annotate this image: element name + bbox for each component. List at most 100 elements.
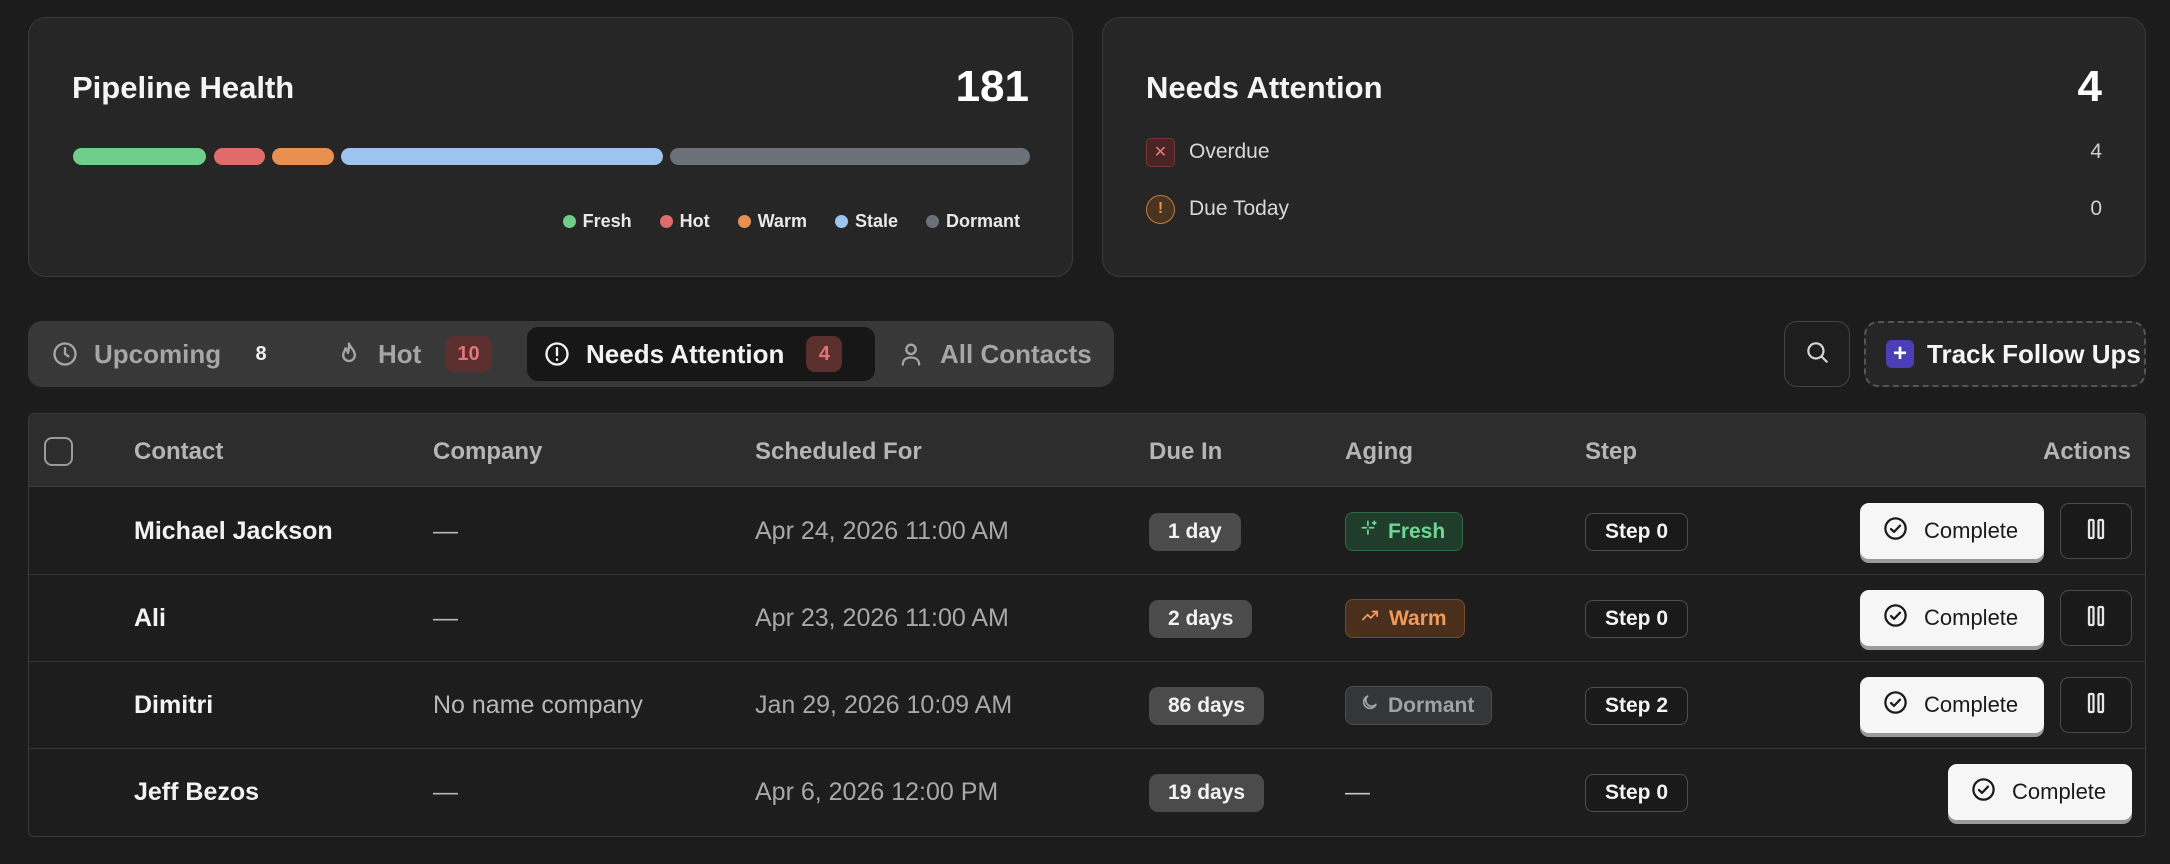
needs-attention-card: Needs Attention 4 ✕ Overdue 4 ! Due Toda… (1102, 17, 2146, 277)
header-contact[interactable]: Contact (134, 438, 223, 466)
aging-badge: Dormant (1345, 686, 1493, 725)
needs-attention-title: Needs Attention (1146, 70, 1383, 105)
header-company[interactable]: Company (433, 438, 542, 466)
complete-button[interactable]: Complete (1860, 677, 2044, 733)
table-row[interactable]: Dimitri No name company Jan 29, 2026 10:… (29, 662, 2145, 749)
tab-needs-attention[interactable]: Needs Attention 4 (527, 327, 875, 381)
cell-step: Step 0 (1585, 488, 1689, 575)
tab-hot[interactable]: Hot 10 (334, 327, 492, 381)
cell-contact[interactable]: Ali (134, 575, 166, 662)
cell-aging: Warm (1345, 575, 1465, 662)
pipeline-bar-dormant (670, 148, 1030, 165)
table-row[interactable]: Ali — Apr 23, 2026 11:00 AM 2 days Warm … (29, 575, 2145, 662)
tab-all-contacts-label: All Contacts (940, 338, 1092, 369)
cell-contact[interactable]: Michael Jackson (134, 488, 333, 575)
cell-contact[interactable]: Dimitri (134, 662, 213, 749)
cell-company: — (433, 778, 458, 806)
moon-icon (1360, 693, 1379, 718)
complete-button[interactable]: Complete (1860, 503, 2044, 559)
attention-count-overdue: 4 (2090, 140, 2102, 163)
attention-row-overdue[interactable]: ✕ Overdue 4 (1146, 136, 2102, 168)
step-badge: Step 0 (1585, 599, 1689, 638)
legend-label-warm: Warm (757, 211, 807, 231)
complete-label: Complete (1924, 518, 2019, 543)
table-row[interactable]: Michael Jackson — Apr 24, 2026 11:00 AM … (29, 488, 2145, 575)
cell-contact[interactable]: Jeff Bezos (134, 749, 259, 836)
clock-icon (50, 339, 80, 369)
cell-company: No name company (433, 691, 643, 719)
step-badge: Step 0 (1585, 773, 1689, 812)
tab-upcoming[interactable]: Upcoming 8 (50, 327, 279, 381)
aging-badge: Warm (1345, 599, 1465, 638)
step-badge: Step 2 (1585, 686, 1689, 725)
pause-button[interactable] (2060, 503, 2132, 559)
tab-needs-attention-count: 4 (806, 336, 843, 372)
search-button[interactable] (1784, 321, 1850, 387)
cell-company: — (433, 604, 458, 632)
attention-label-overdue: Overdue (1189, 140, 1270, 163)
check-circle-icon (1882, 602, 1924, 635)
sparkle-icon (1360, 519, 1379, 544)
tab-needs-attention-label: Needs Attention (586, 338, 785, 369)
header-step[interactable]: Step (1585, 438, 1637, 466)
cell-scheduled-for: Apr 6, 2026 12:00 PM (755, 778, 999, 806)
legend-dot-dormant (925, 215, 939, 228)
tab-all-contacts[interactable]: All Contacts (896, 327, 1092, 381)
aging-label: Fresh (1388, 519, 1446, 543)
cell-aging: — (1345, 749, 1370, 836)
cell-company: — (433, 517, 458, 545)
needs-attention-total: 4 (2077, 62, 2102, 111)
legend-label-dormant: Dormant (945, 211, 1020, 231)
cell-due-in: 1 day (1149, 488, 1241, 575)
pause-button[interactable] (2060, 677, 2132, 733)
attention-count-due-today: 0 (2090, 197, 2102, 220)
tab-hot-count: 10 (445, 336, 492, 372)
header-due-in[interactable]: Due In (1149, 438, 1222, 466)
cell-step: Step 0 (1585, 749, 1689, 836)
pipeline-bar-stale (341, 148, 663, 165)
filter-tabs: Upcoming 8 Hot 10 Needs Attention 4 All … (28, 321, 1114, 387)
header-scheduled-for[interactable]: Scheduled For (755, 438, 922, 466)
attention-label-due-today: Due Today (1189, 197, 1290, 220)
cell-aging: Dormant (1345, 662, 1493, 749)
trending-up-icon (1360, 606, 1380, 631)
complete-button[interactable]: Complete (1860, 590, 2044, 646)
pipeline-legend: Fresh Hot Warm Stale Dormant (562, 211, 1020, 232)
pipeline-bar-fresh (73, 148, 206, 165)
legend-dormant: Dormant (925, 211, 1020, 232)
user-icon (896, 339, 926, 369)
select-all-checkbox[interactable] (44, 437, 73, 466)
tab-upcoming-label: Upcoming (94, 338, 222, 369)
attention-row-due-today[interactable]: ! Due Today 0 (1146, 193, 2102, 225)
legend-stale: Stale (834, 211, 898, 232)
cell-due-in: 86 days (1149, 662, 1265, 749)
check-circle-icon (1970, 776, 2012, 809)
track-follow-ups-button[interactable]: + Track Follow Ups (1864, 321, 2146, 387)
header-aging[interactable]: Aging (1345, 438, 1413, 466)
legend-dot-fresh (562, 215, 576, 228)
aging-badge: Fresh (1345, 512, 1464, 551)
cell-due-in: 2 days (1149, 575, 1253, 662)
pause-button[interactable] (2060, 590, 2132, 646)
pipeline-health-title: Pipeline Health (72, 70, 295, 105)
cell-scheduled-for: Apr 24, 2026 11:00 AM (755, 517, 1009, 545)
check-circle-icon (1882, 515, 1924, 548)
legend-dot-hot (659, 215, 673, 228)
legend-fresh: Fresh (562, 211, 632, 232)
pipeline-total: 181 (955, 62, 1029, 111)
check-circle-icon (1882, 689, 1924, 722)
complete-label: Complete (2012, 779, 2107, 804)
pause-icon (2084, 690, 2108, 721)
follow-ups-table: Contact Company Scheduled For Due In Agi… (28, 413, 2146, 837)
tab-hot-label: Hot (378, 338, 422, 369)
complete-button[interactable]: Complete (1948, 764, 2132, 820)
cell-step: Step 0 (1585, 575, 1689, 662)
legend-label-fresh: Fresh (582, 211, 632, 231)
plus-icon: + (1886, 340, 1914, 368)
table-row[interactable]: Jeff Bezos — Apr 6, 2026 12:00 PM 19 day… (29, 749, 2145, 836)
legend-label-stale: Stale (854, 211, 898, 231)
legend-warm: Warm (737, 211, 807, 232)
pipeline-health-card: Pipeline Health 181 Fresh Hot Warm Stale… (28, 17, 1073, 277)
aging-label: — (1345, 778, 1370, 806)
cell-step: Step 2 (1585, 662, 1689, 749)
